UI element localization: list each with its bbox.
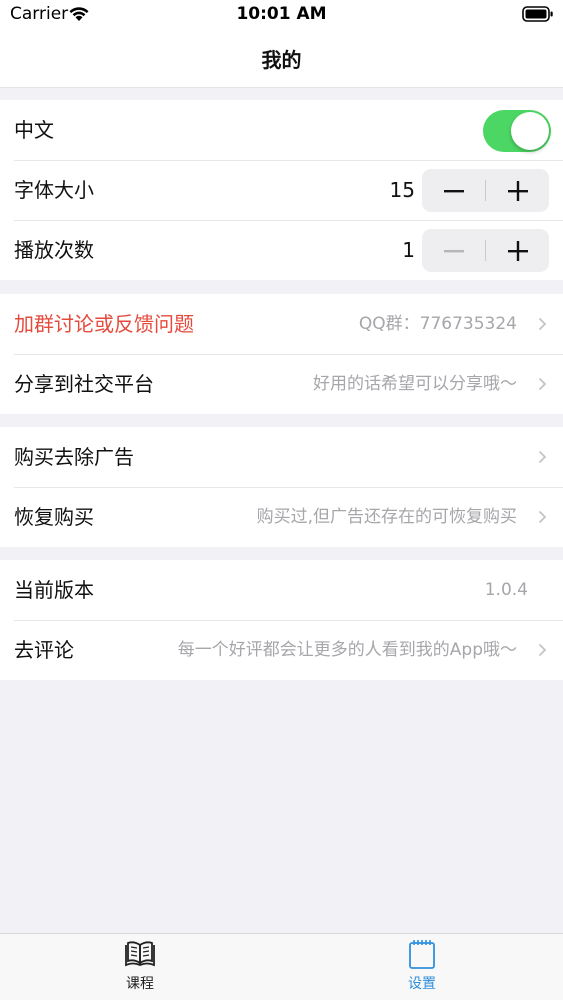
chevron-right-icon [538, 510, 547, 524]
restore-purchase-row[interactable]: 恢复购买 购买过,但广告还存在的可恢复购买 [0, 487, 563, 547]
chevron-right-icon [538, 317, 547, 331]
join-group-row[interactable]: 加群讨论或反馈问题 QQ群：776735324 [0, 294, 563, 354]
tab-courses-label: 课程 [126, 976, 154, 992]
chevron-right-icon [538, 643, 547, 657]
toggle-knob [511, 112, 549, 150]
play-count-row: 播放次数 1 [0, 220, 563, 280]
play-count-decrement-button[interactable] [422, 229, 485, 272]
font-size-row: 字体大小 15 [0, 160, 563, 220]
chinese-toggle[interactable] [483, 110, 551, 152]
font-size-value: 15 [389, 178, 415, 202]
qq-group-detail: QQ群：776735324 [358, 314, 517, 334]
play-count-stepper [422, 229, 549, 272]
font-size-label: 字体大小 [14, 178, 94, 202]
plus-icon [507, 180, 528, 201]
page-title: 我的 [261, 48, 302, 72]
font-size-stepper [422, 169, 549, 212]
minus-icon [443, 189, 464, 192]
clock-label: 10:01 AM [236, 4, 327, 24]
font-size-decrement-button[interactable] [422, 169, 485, 212]
open-book-icon [125, 941, 155, 967]
share-row[interactable]: 分享到社交平台 好用的话希望可以分享哦～ [0, 354, 563, 414]
review-detail: 每一个好评都会让更多的人看到我的App哦～ [177, 640, 517, 660]
purchases-group: 购买去除广告 恢复购买 购买过,但广告还存在的可恢复购买 [0, 427, 563, 547]
version-label: 当前版本 [14, 578, 94, 602]
minus-icon [443, 249, 464, 252]
tab-settings-label: 设置 [408, 976, 436, 992]
version-value: 1.0.4 [484, 580, 528, 600]
chinese-row: 中文 [0, 100, 563, 160]
tab-bar: 课程 设置 [0, 933, 563, 1000]
remove-ads-label: 购买去除广告 [14, 445, 134, 469]
join-group-label: 加群讨论或反馈问题 [14, 312, 194, 336]
play-count-increment-button[interactable] [486, 229, 549, 272]
status-bar: Carrier 10:01 AM [0, 0, 563, 30]
version-row: 当前版本 1.0.4 [0, 560, 563, 620]
battery-icon [522, 6, 553, 22]
font-size-increment-button[interactable] [486, 169, 549, 212]
restore-purchase-label: 恢复购买 [14, 505, 94, 529]
play-count-value: 1 [402, 238, 415, 262]
notepad-icon [409, 940, 435, 969]
review-label: 去评论 [14, 638, 74, 662]
share-label: 分享到社交平台 [14, 372, 154, 396]
navigation-bar: 我的 [0, 30, 563, 88]
preferences-group: 中文 字体大小 15 播放次数 1 [0, 100, 563, 280]
restore-purchase-detail: 购买过,但广告还存在的可恢复购买 [256, 507, 517, 527]
about-group: 当前版本 1.0.4 去评论 每一个好评都会让更多的人看到我的App哦～ [0, 560, 563, 680]
share-detail: 好用的话希望可以分享哦～ [313, 374, 517, 394]
tab-settings[interactable]: 设置 [362, 938, 482, 993]
plus-icon [507, 240, 528, 261]
community-group: 加群讨论或反馈问题 QQ群：776735324 分享到社交平台 好用的话希望可以… [0, 294, 563, 414]
tab-courses[interactable]: 课程 [80, 938, 200, 993]
chinese-label: 中文 [14, 118, 54, 142]
review-row[interactable]: 去评论 每一个好评都会让更多的人看到我的App哦～ [0, 620, 563, 680]
play-count-label: 播放次数 [14, 238, 94, 262]
chevron-right-icon [538, 450, 547, 464]
chevron-right-icon [538, 377, 547, 391]
settings-screen: Carrier 10:01 AM 我的 中文 字体大小 15 播放次数 1 加群… [0, 0, 563, 1000]
remove-ads-row[interactable]: 购买去除广告 [0, 427, 563, 487]
